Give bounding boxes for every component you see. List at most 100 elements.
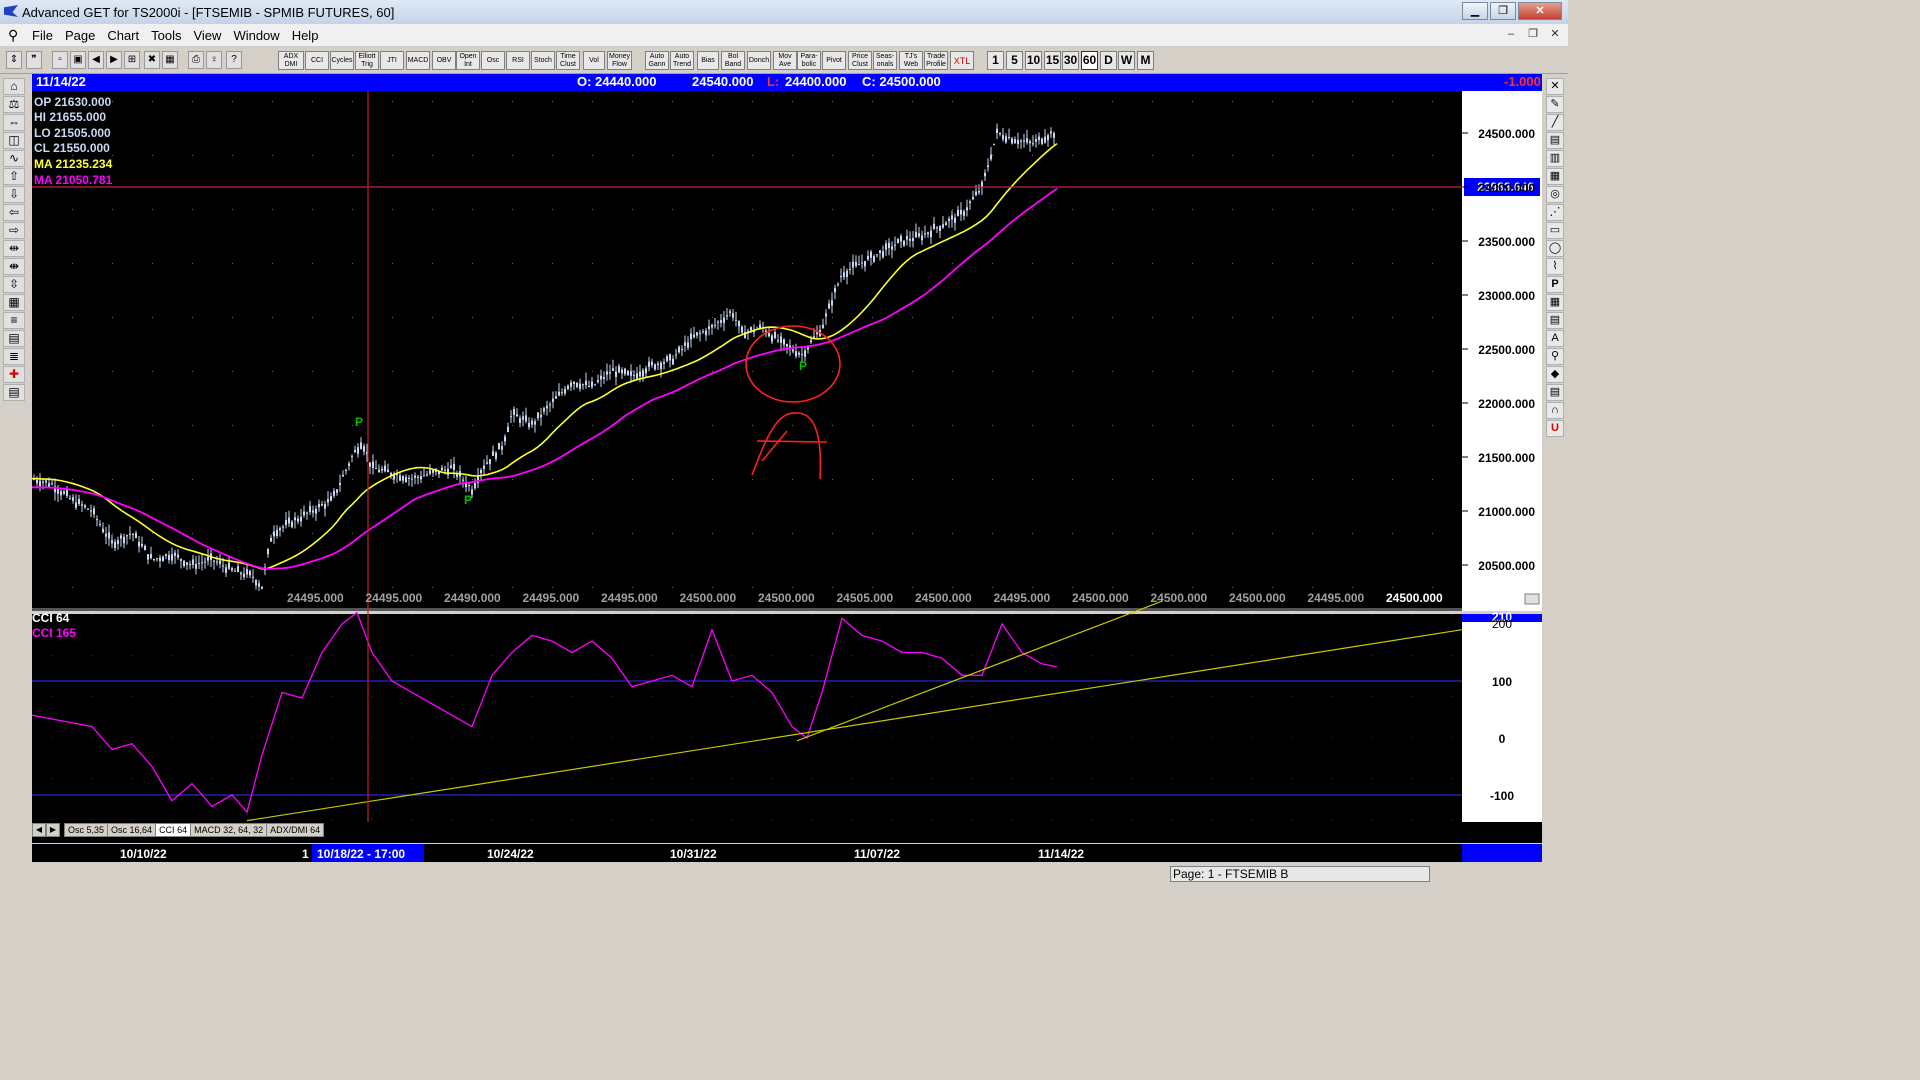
copy-icon[interactable]: ▣ xyxy=(70,51,86,69)
period-60-button[interactable]: 60 xyxy=(1081,51,1098,70)
maximize-button[interactable]: ❐ xyxy=(1490,2,1516,20)
fib-time-icon[interactable]: ▦ xyxy=(1546,168,1564,185)
delete-icon[interactable]: ✖ xyxy=(144,51,160,69)
idea-icon[interactable]: ♀ xyxy=(206,51,222,69)
arrow-left-icon[interactable]: ⇦ xyxy=(3,204,25,221)
period-15-button[interactable]: 15 xyxy=(1044,51,1061,70)
cycle-icon[interactable]: ◎ xyxy=(1546,186,1564,203)
channel-icon[interactable]: ▦ xyxy=(1546,294,1564,311)
grid-icon[interactable]: ▦ xyxy=(162,51,178,69)
ellipse-icon[interactable]: ◯ xyxy=(1546,240,1564,257)
link-icon[interactable]: ⊞ xyxy=(124,51,140,69)
gann-icon[interactable]: ▤ xyxy=(3,330,25,347)
menu-file[interactable]: File xyxy=(26,28,59,43)
layers-icon[interactable]: ▤ xyxy=(1546,384,1564,401)
tab-prev-button[interactable]: ◀ xyxy=(32,822,46,837)
toolbar-money-flow-button[interactable]: Money Flow xyxy=(607,51,632,70)
toolbar-time-clust-button[interactable]: Time Clust xyxy=(556,51,580,70)
arrow-right-icon[interactable]: ⇨ xyxy=(3,222,25,239)
menu-window[interactable]: Window xyxy=(227,28,285,43)
price-chart-svg[interactable]: 23983.646 OP 21630.000 HI 21655.000 LO 2… xyxy=(31,91,1542,843)
period-30-button[interactable]: 30 xyxy=(1062,51,1079,70)
help-icon[interactable]: ? xyxy=(226,51,242,69)
period-5-button[interactable]: 5 xyxy=(1006,51,1023,70)
menu-page[interactable]: Page xyxy=(59,28,101,43)
mdi-restore-button[interactable]: ❐ xyxy=(1524,26,1542,42)
magnet-icon[interactable]: ∩ xyxy=(1546,402,1564,419)
pin-icon[interactable]: ⚲ xyxy=(8,27,26,44)
mdi-close-button[interactable]: ✕ xyxy=(1546,26,1564,42)
tab-osc-16-64[interactable]: Osc 16,64 xyxy=(107,822,157,837)
toolbar-auto-trend-button[interactable]: Auto Trend xyxy=(670,51,694,70)
pin-tool-icon[interactable]: ⇕ xyxy=(6,51,22,69)
mob-icon[interactable]: ▤ xyxy=(1546,312,1564,329)
toolbar-rsi-button[interactable]: RSI xyxy=(506,51,530,70)
reset-icon[interactable]: ⇔ xyxy=(3,114,25,131)
toolbar-open-int-button[interactable]: Open Int xyxy=(456,51,480,70)
chart-area[interactable]: 23983.646 OP 21630.000 HI 21655.000 LO 2… xyxy=(31,91,1542,843)
quote-icon[interactable]: ❞ xyxy=(26,51,42,69)
menu-tools[interactable]: Tools xyxy=(145,28,187,43)
pti-icon[interactable]: P xyxy=(1546,276,1564,293)
fib-ret-icon[interactable]: ▤ xyxy=(1546,132,1564,149)
toolbar-adx-dmi-button[interactable]: ADX DMI xyxy=(278,51,304,70)
toolbar-mov-ave-button[interactable]: Mov Ave xyxy=(773,51,797,70)
menu-chart[interactable]: Chart xyxy=(101,28,145,43)
scale-icon[interactable]: ⇳ xyxy=(3,276,25,293)
chart-corner-icon[interactable] xyxy=(1524,593,1540,605)
text-icon[interactable]: A xyxy=(1546,330,1564,347)
toolbar-tj-s-web-button[interactable]: TJ's Web xyxy=(899,51,923,70)
fan-icon[interactable]: ⋰ xyxy=(1546,204,1564,221)
toolbar-pivot-button[interactable]: Pivot xyxy=(822,51,846,70)
lines-icon[interactable]: ≡ xyxy=(3,312,25,329)
toolbar-vol-button[interactable]: Vol xyxy=(583,51,605,70)
fib-ext-icon[interactable]: ▥ xyxy=(1546,150,1564,167)
period-d-button[interactable]: D xyxy=(1100,51,1117,70)
tab-cci-64[interactable]: CCI 64 xyxy=(155,822,192,837)
toolbar-bol-band-button[interactable]: Bol Band xyxy=(721,51,745,70)
u-icon[interactable]: U xyxy=(1546,420,1564,437)
tab-adx-dmi[interactable]: ADX/DMI 64 xyxy=(266,822,325,837)
toolbar-bias-button[interactable]: Bias xyxy=(697,51,719,70)
forward-icon[interactable]: ▶ xyxy=(106,51,122,69)
toolbar-obv-button[interactable]: OBV xyxy=(432,51,456,70)
box-icon[interactable]: ▭ xyxy=(1546,222,1564,239)
period-m-button[interactable]: M xyxy=(1137,51,1154,70)
compress-icon[interactable]: ⇹ xyxy=(3,240,25,257)
toolbar-cycles-button[interactable]: Cycles xyxy=(330,51,354,70)
tab-macd[interactable]: MACD 32, 64, 32 xyxy=(190,822,268,837)
notes-icon[interactable]: ▤ xyxy=(3,384,25,401)
new-page-icon[interactable]: ▫ xyxy=(52,51,68,69)
elliott-icon[interactable]: ∿ xyxy=(3,150,25,167)
expand-icon[interactable]: ⇼ xyxy=(3,258,25,275)
arrow-down-icon[interactable]: ⇩ xyxy=(3,186,25,203)
period-w-button[interactable]: W xyxy=(1118,51,1135,70)
close-tool-icon[interactable]: ✕ xyxy=(1546,78,1564,95)
toolbar-seas-onals-button[interactable]: Seas-onals xyxy=(873,51,897,70)
tab-osc-5-35[interactable]: Osc 5,35 xyxy=(64,822,109,837)
zoom-icon[interactable]: ⚲ xyxy=(1546,348,1564,365)
close-button[interactable]: ✕ xyxy=(1518,2,1562,20)
tab-next-button[interactable]: ▶ xyxy=(46,822,60,837)
toolbar-macd-button[interactable]: MACD xyxy=(406,51,430,70)
toolbar-trade-profile-button[interactable]: Trade Profile xyxy=(924,51,948,70)
toolbar-cci-button[interactable]: CCI xyxy=(305,51,329,70)
mdi-minimize-button[interactable]: – xyxy=(1502,26,1520,42)
toolbar-price-clust-button[interactable]: Price Clust xyxy=(848,51,872,70)
toolbar-auto-gann-button[interactable]: Auto Gann xyxy=(645,51,669,70)
toolbar-elliott-trig-button[interactable]: Elliott Trig xyxy=(355,51,379,70)
toolbar-xtl-button[interactable]: XTL xyxy=(950,51,974,70)
menu-help[interactable]: Help xyxy=(286,28,325,43)
toolbar-para-bolic-button[interactable]: Para-bolic xyxy=(797,51,821,70)
toolbar-osc-button[interactable]: Osc xyxy=(481,51,505,70)
pen-icon[interactable]: ✎ xyxy=(1546,96,1564,113)
speed-icon[interactable]: ⌇ xyxy=(1546,258,1564,275)
period-1-button[interactable]: 1 xyxy=(987,51,1004,70)
line-tool-icon[interactable]: ╱ xyxy=(1546,114,1564,131)
panel-divider[interactable] xyxy=(32,611,1542,614)
crosshair-icon[interactable]: ✚ xyxy=(3,366,25,383)
fib-icon[interactable]: ≣ xyxy=(3,348,25,365)
minimize-button[interactable]: ▁ xyxy=(1462,2,1488,20)
back-icon[interactable]: ◀ xyxy=(88,51,104,69)
cci-panel[interactable] xyxy=(32,614,1462,822)
